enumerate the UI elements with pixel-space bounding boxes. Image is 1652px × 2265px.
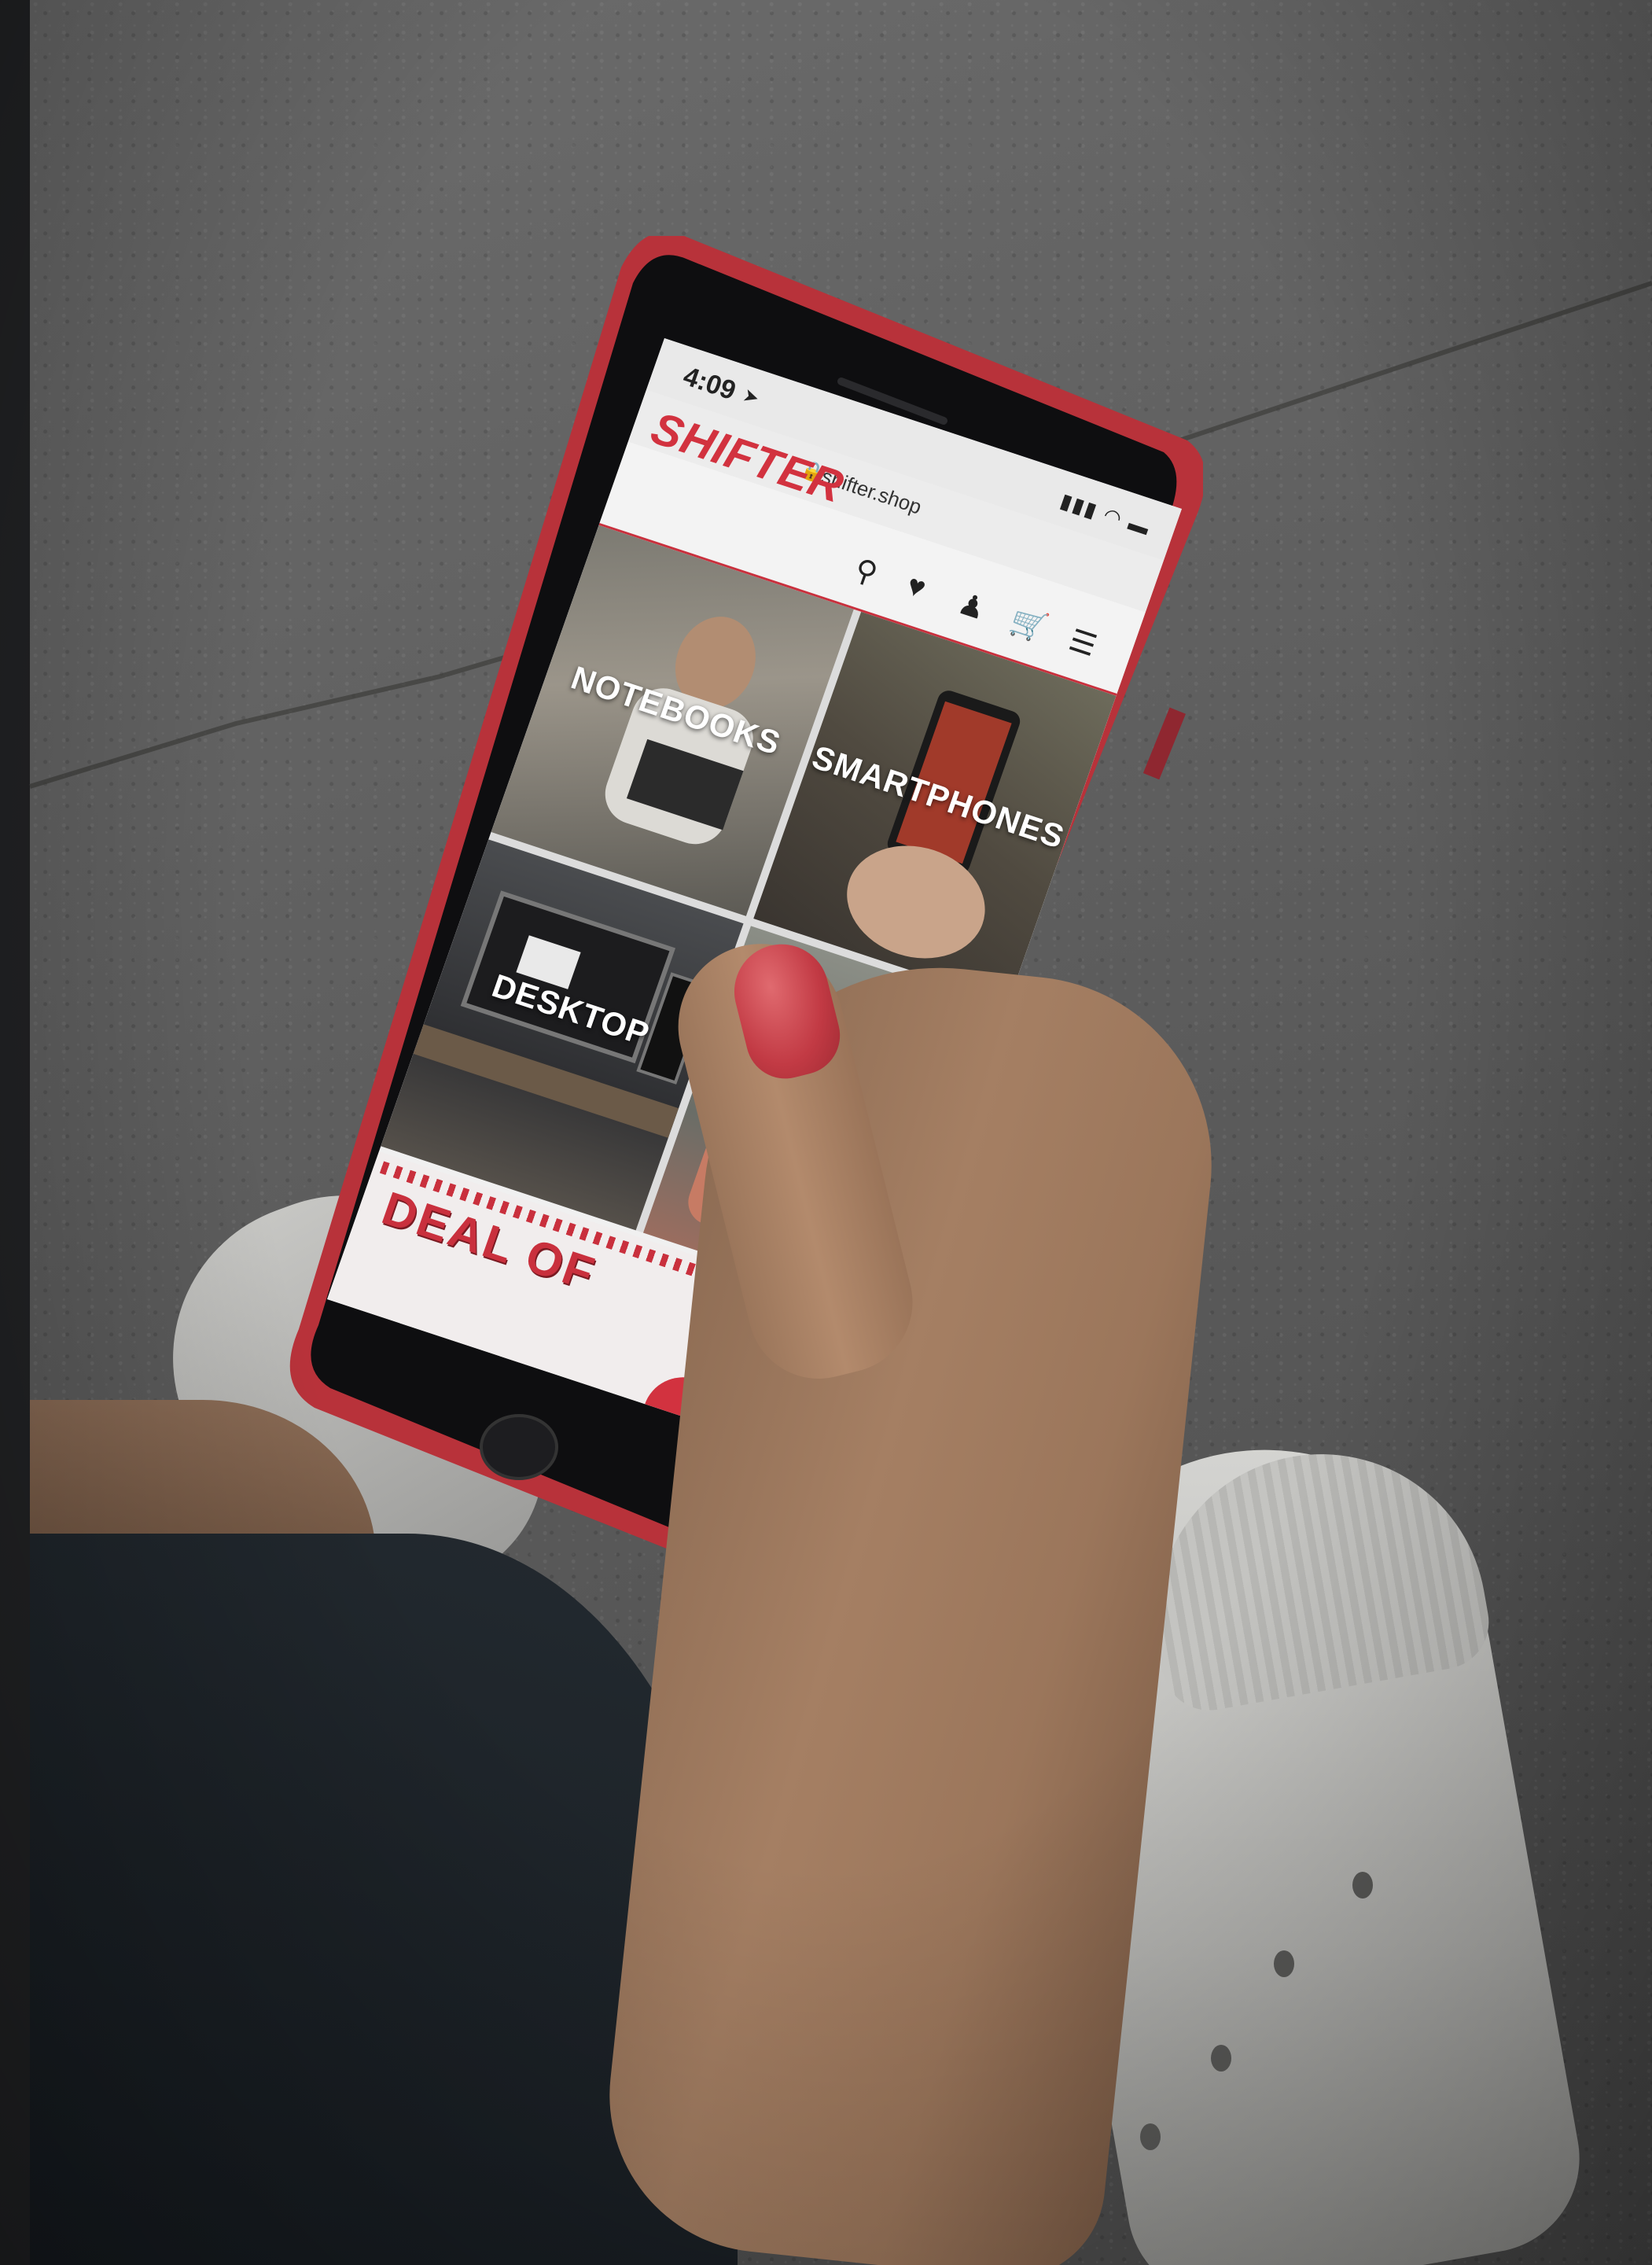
shoe-eyelet — [1211, 2045, 1231, 2072]
heart-icon[interactable]: ♥ — [902, 569, 930, 606]
cart-icon[interactable]: 🛒 — [1006, 603, 1052, 647]
shoe-eyelet — [1274, 1950, 1294, 1977]
search-icon[interactable]: ⚲ — [850, 552, 882, 592]
menu-icon[interactable]: ☰ — [1065, 622, 1102, 664]
shoe-eyelet — [1140, 2123, 1161, 2150]
photo-scene: 4:09 ➤ ▮▮▮ ◠ ▬ 🔒 shifter.shop SHIFTER ⚲ … — [0, 0, 1652, 2265]
shoe-eyelet — [1352, 1872, 1373, 1899]
user-icon[interactable]: ♟ — [954, 586, 991, 628]
status-time: 4:09 — [679, 361, 740, 407]
location-arrow-icon: ➤ — [740, 384, 763, 410]
